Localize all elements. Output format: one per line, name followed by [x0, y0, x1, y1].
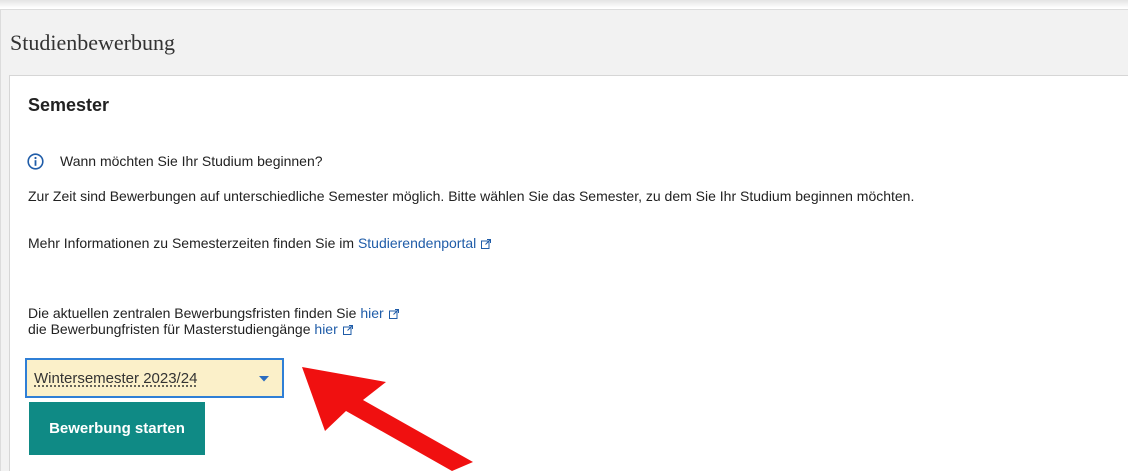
info-row: Wann möchten Sie Ihr Studium beginnen? [27, 151, 323, 171]
portal-info-line: Mehr Informationen zu Semesterzeiten fin… [28, 235, 492, 251]
section-title: Semester [28, 95, 110, 115]
deadlines-line: Die aktuellen zentralen Bewerbungsfriste… [28, 305, 399, 321]
deadlines-link[interactable]: hier [360, 305, 399, 321]
top-shadow [0, 0, 1128, 8]
external-link-icon [342, 325, 353, 335]
master-deadlines-text: die Bewerbungfristen für Masterstudiengä… [28, 321, 315, 337]
chevron-down-icon [259, 376, 269, 382]
page: Studienbewerbung Semester Wann möchten S… [0, 0, 1128, 471]
portal-info-text: Mehr Informationen zu Semesterzeiten fin… [28, 235, 358, 251]
start-application-button[interactable]: Bewerbung starten [29, 402, 205, 455]
intro-text: Zur Zeit sind Bewerbungen auf unterschie… [28, 188, 915, 204]
info-question: Wann möchten Sie Ihr Studium beginnen? [60, 153, 323, 169]
info-circle-icon [27, 152, 44, 170]
red-arrow-icon [302, 367, 473, 471]
studierendenportal-link-label: Studierendenportal [357, 235, 477, 251]
deadlines-link-label: hier [360, 305, 384, 321]
semester-select[interactable]: Wintersemester 2023/24 [25, 358, 284, 398]
master-deadlines-link[interactable]: hier [314, 321, 353, 337]
studierendenportal-link[interactable]: Studierendenportal [357, 235, 492, 251]
deadlines-text: Die aktuellen zentralen Bewerbungsfriste… [28, 305, 361, 321]
master-deadlines-link-label: hier [314, 321, 338, 337]
external-link-icon [388, 309, 399, 319]
semester-select-value: Wintersemester 2023/24 [34, 369, 198, 387]
master-deadlines-line: die Bewerbungfristen für Masterstudiengä… [28, 321, 353, 337]
page-title: Studienbewerbung [10, 30, 175, 55]
external-link-icon [481, 239, 492, 249]
